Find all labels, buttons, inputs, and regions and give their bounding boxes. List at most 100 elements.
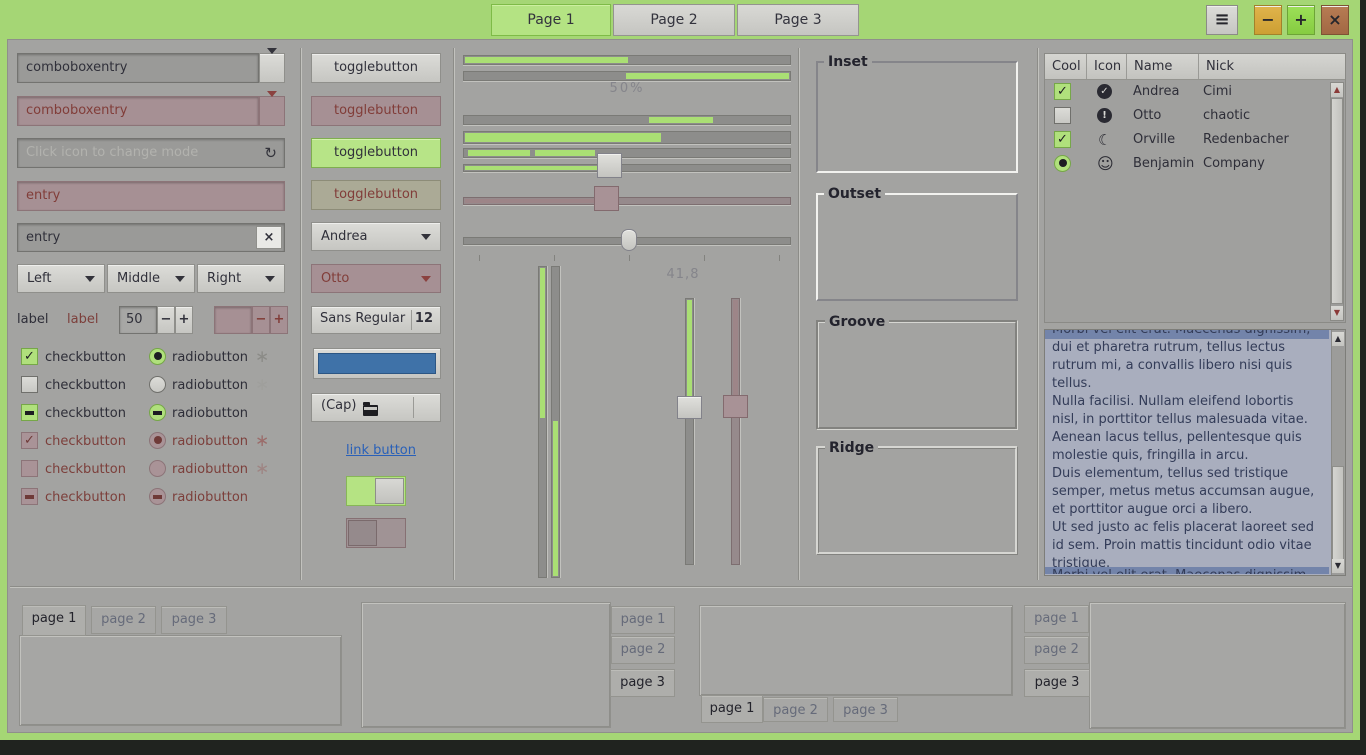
close-button[interactable]: × <box>1321 5 1349 35</box>
row-checkbox-checked[interactable]: ✓ <box>1054 83 1071 100</box>
vscale-knob[interactable] <box>677 396 702 419</box>
checkbutton-label: checkbutton <box>45 461 126 479</box>
hscale-trough[interactable] <box>463 164 791 172</box>
table-row[interactable]: ! Otto chaotic <box>1045 104 1345 128</box>
nb1-tab-page3[interactable]: page 3 <box>161 606 227 634</box>
maximize-button[interactable]: + <box>1287 5 1315 35</box>
table-row[interactable]: ✓ ☾ Orville Redenbacher <box>1045 128 1345 152</box>
nb4-tab-page1[interactable]: page 1 <box>1024 605 1089 633</box>
checkbox-indeterminate-disabled <box>21 488 38 505</box>
progress-scale-column: 50% 41,8 <box>463 40 791 586</box>
nb3-tab-page2[interactable]: page 2 <box>763 697 828 722</box>
scroll-up-icon[interactable]: ▲ <box>1332 332 1344 346</box>
progress-fill <box>553 421 558 576</box>
chevron-down-icon <box>267 91 277 112</box>
color-button[interactable] <box>313 348 441 379</box>
combobox-right[interactable]: Right <box>197 264 285 293</box>
togglebutton-active[interactable]: togglebutton <box>311 138 441 168</box>
comboboxentry-input[interactable]: comboboxentry <box>17 53 259 83</box>
radiobutton-unchecked[interactable] <box>149 376 166 393</box>
close-icon: × <box>1328 10 1341 29</box>
row-checkbox-unchecked[interactable] <box>1054 107 1071 124</box>
folder-icon <box>363 405 378 416</box>
table-row[interactable]: ✓ ✓ Andrea Cimi <box>1045 80 1345 104</box>
nb3-tab-page1-active[interactable]: page 1 <box>701 695 763 723</box>
hscale-knob[interactable] <box>597 153 622 178</box>
nb4-tab-page3-active[interactable]: page 3 <box>1024 669 1090 697</box>
hscale-marks-knob[interactable] <box>621 229 637 251</box>
nb2-tab-page3-active[interactable]: page 3 <box>610 669 675 697</box>
divider <box>411 310 412 330</box>
radiobutton-indeterminate[interactable] <box>149 404 166 421</box>
scroll-down-icon[interactable]: ▼ <box>1331 306 1343 320</box>
separator <box>453 48 455 580</box>
checkbutton-label: checkbutton <box>45 405 126 423</box>
scroll-down-icon[interactable]: ▼ <box>1332 559 1344 573</box>
spin-decrement-button[interactable]: − <box>157 306 175 334</box>
desktop-background: { "titlebar": { "tabs": [ { "label": "Pa… <box>0 0 1366 755</box>
radiobutton-label: radiobutton <box>172 489 248 507</box>
checkbox-indeterminate[interactable] <box>21 404 38 421</box>
row-checkbox-checked[interactable]: ✓ <box>1054 131 1071 148</box>
face-icon: ☺ <box>1097 154 1114 174</box>
checkbox-unchecked[interactable] <box>21 376 38 393</box>
frame-groove: Groove <box>816 320 1018 430</box>
radio-dot <box>1059 159 1067 167</box>
radiobutton-label: radiobutton <box>172 433 248 451</box>
nb2-tab-page2[interactable]: page 2 <box>611 636 675 664</box>
chevron-down-icon <box>421 276 431 282</box>
radiobutton-label: radiobutton <box>172 461 248 479</box>
tab-page-3[interactable]: Page 3 <box>737 4 859 36</box>
clear-entry-button[interactable]: × <box>256 226 282 249</box>
column-header-nick[interactable]: Nick <box>1199 54 1345 79</box>
nb3-tab-page3[interactable]: page 3 <box>833 697 898 722</box>
column-header-icon[interactable]: Icon <box>1087 54 1127 79</box>
hscale-knob-disabled <box>594 186 619 211</box>
tab-page-2[interactable]: Page 2 <box>613 4 735 36</box>
tab-label: Page 2 <box>650 12 697 28</box>
table-row[interactable]: ☺ Benjamin Company <box>1045 152 1345 176</box>
nb1-tab-page1-active[interactable]: page 1 <box>22 605 86 636</box>
togglebutton[interactable]: togglebutton <box>311 53 441 83</box>
textview[interactable]: Morbi vel elit erat. Maecenas dignissim,… <box>1044 329 1346 576</box>
nb1-tab-page2[interactable]: page 2 <box>91 606 156 634</box>
link-button[interactable]: link button <box>346 443 416 458</box>
nb4-tab-page2[interactable]: page 2 <box>1024 636 1089 664</box>
icon-entry[interactable]: Click icon to change mode ↻ <box>17 138 285 168</box>
textview-scrollbar[interactable]: ▲ ▼ <box>1331 330 1345 575</box>
minimize-button[interactable]: − <box>1254 5 1282 35</box>
tab-label: page 3 <box>1035 675 1080 690</box>
scroll-up-icon[interactable]: ▲ <box>1331 83 1343 97</box>
column-header-name[interactable]: Name <box>1127 54 1199 79</box>
treeview-header: Cool Icon Name Nick <box>1045 54 1345 80</box>
checkbox-checked[interactable]: ✓ <box>21 348 38 365</box>
tab-page-1[interactable]: Page 1 <box>491 4 611 36</box>
scrollbar-thumb[interactable] <box>1331 98 1343 304</box>
combobox-left[interactable]: Left <box>17 264 105 293</box>
spin-increment-button[interactable]: + <box>175 306 193 334</box>
vscale-trough[interactable] <box>685 298 694 565</box>
spinbutton-value[interactable]: 50 <box>119 306 157 334</box>
font-button[interactable]: Sans Regular 12 <box>311 306 441 334</box>
treeview-scrollbar[interactable]: ▲ ▼ <box>1330 82 1344 321</box>
column-header-cool[interactable]: Cool <box>1045 54 1087 79</box>
row-radiobutton-checked[interactable] <box>1054 155 1071 172</box>
color-swatch <box>318 353 436 374</box>
combobox-andrea[interactable]: Andrea <box>311 222 441 251</box>
divider <box>413 397 414 418</box>
cell-name: Benjamin <box>1133 152 1194 176</box>
combobox-middle[interactable]: Middle <box>107 264 195 293</box>
switch-on[interactable] <box>346 476 406 506</box>
refresh-icon[interactable]: ↻ <box>264 139 277 167</box>
nb2-tab-page1[interactable]: page 1 <box>611 606 675 634</box>
menu-button[interactable]: ≡ <box>1206 5 1238 35</box>
tab-label: page 3 <box>172 612 217 627</box>
comboboxentry-dropdown-button[interactable] <box>259 53 285 83</box>
clearable-entry[interactable]: entry × <box>17 223 285 252</box>
treeview: Cool Icon Name Nick ✓ ✓ Andrea Cimi ! Ot… <box>1044 53 1346 323</box>
vertical-progressbar <box>538 266 547 578</box>
file-chooser-button[interactable]: (Cap) <box>311 393 441 422</box>
scrollbar-thumb[interactable] <box>1332 466 1344 566</box>
radiobutton-checked[interactable] <box>149 348 166 365</box>
tab-label: page 1 <box>621 612 666 627</box>
